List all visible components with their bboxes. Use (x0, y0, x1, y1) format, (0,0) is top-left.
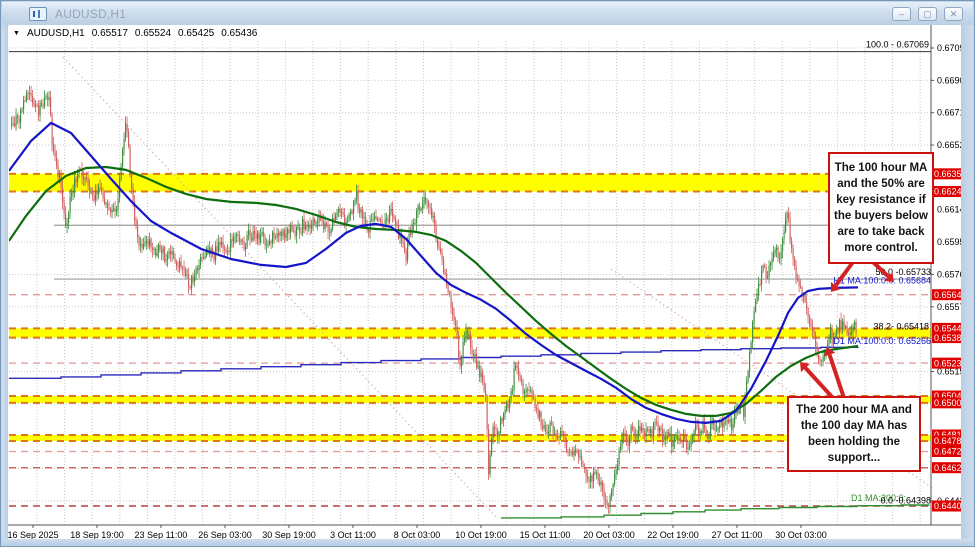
annotation-resistance-text: The 100 hour MA and the 50% are key resi… (832, 160, 930, 257)
level-label: 38.2- 0.65418 (873, 322, 929, 332)
window-border-bottom (2, 539, 973, 545)
annotation-support-note: The 200 hour MA and the 100 day MA has b… (787, 396, 921, 472)
header-high: 0.65524 (135, 28, 171, 39)
window-border-right (961, 25, 973, 545)
level-label: H1 MA:100:0:0: 0.65684 (833, 275, 931, 285)
header-symbol: AUDUSD,H1 (27, 28, 85, 39)
header-close: 0.65436 (221, 28, 257, 39)
ohlc-header[interactable]: ▼ AUDUSD,H1 0.65517 0.65524 0.65425 0.65… (13, 28, 257, 39)
window-title: AUDUSD,H1 (55, 7, 126, 21)
mt4-chart-window: AUDUSD,H1 – ▢ ✕ 100.0 - 0.6706950.0 -0.6… (0, 0, 975, 547)
annotation-support-text: The 200 hour MA and the 100 day MA has b… (791, 402, 917, 466)
chevron-down-icon[interactable]: ▼ (13, 30, 20, 37)
close-button[interactable]: ✕ (944, 7, 963, 21)
level-label: D1 MA:100:0:0: 0.65266 (833, 336, 931, 346)
minimize-button[interactable]: – (892, 7, 911, 21)
annotation-resistance-note: The 100 hour MA and the 50% are key resi… (828, 152, 934, 264)
level-label: 100.0 - 0.67069 (866, 40, 929, 50)
window-border-left (2, 25, 8, 545)
window-controls: – ▢ ✕ (892, 7, 963, 21)
level-label: 0.0 -0.64398 (880, 495, 931, 505)
header-low: 0.65425 (178, 28, 214, 39)
header-open: 0.65517 (92, 28, 128, 39)
title-bar[interactable]: AUDUSD,H1 – ▢ ✕ (2, 2, 973, 25)
chart-app-icon (29, 7, 47, 21)
restore-button[interactable]: ▢ (918, 7, 937, 21)
